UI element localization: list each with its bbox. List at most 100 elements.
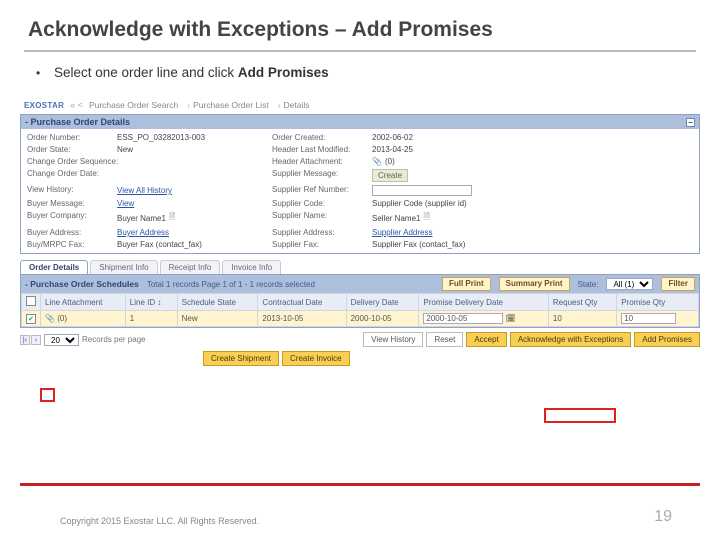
view-all-history-link[interactable]: View All History xyxy=(117,186,172,195)
po-details-header: - Purchase Order Details − xyxy=(21,115,699,129)
col-line-attachment[interactable]: Line Attachment xyxy=(41,294,126,311)
create-message-button[interactable]: Create xyxy=(372,169,408,182)
val-supplier-name: Seller Name1 xyxy=(372,210,522,226)
footer-divider xyxy=(20,483,700,486)
detail-tabs: Order Details Shipment Info Receipt Info… xyxy=(20,260,700,274)
calendar-icon[interactable]: 🗓 xyxy=(506,314,516,323)
lbl-buyer-address: Buyer Address: xyxy=(27,227,117,238)
col-line-id[interactable]: Line ID ↕ xyxy=(125,294,177,311)
action-row-2: Create Shipment Create Invoice xyxy=(20,351,700,366)
state-select[interactable]: All (1) xyxy=(606,278,653,290)
lbl-supplier-ref: Supplier Ref Number: xyxy=(272,184,372,197)
val-buyer-fax: Buyer Fax (contact_fax) xyxy=(117,239,247,250)
lbl-change-order-seq: Change Order Sequence: xyxy=(27,156,117,167)
po-details-grid: Order Number: ESS_PO_03282013-003 Order … xyxy=(21,129,699,253)
full-print-button[interactable]: Full Print xyxy=(442,277,491,291)
tab-shipment-info[interactable]: Shipment Info xyxy=(90,260,157,274)
col-request-qty[interactable]: Request Qty xyxy=(548,294,616,311)
val-change-order-date xyxy=(117,168,247,183)
tab-order-details[interactable]: Order Details xyxy=(20,260,88,274)
lbl-supplier-code: Supplier Code: xyxy=(272,198,372,209)
bullet-bold: Add Promises xyxy=(238,65,329,80)
accept-button[interactable]: Accept xyxy=(466,332,506,347)
bullet-marker: • xyxy=(36,64,54,82)
lbl-header-attachment: Header Attachment: xyxy=(272,156,372,167)
lbl-change-order-date: Change Order Date: xyxy=(27,168,117,183)
ack-exceptions-button[interactable]: Acknowledge with Exceptions xyxy=(510,332,631,347)
pager-first-icon[interactable]: |‹ xyxy=(20,335,30,345)
highlight-add-promises xyxy=(544,408,616,423)
schedules-header: - Purchase Order Schedules Total 1 recor… xyxy=(21,275,699,293)
reset-button[interactable]: Reset xyxy=(426,332,463,347)
promise-qty-input[interactable]: 10 xyxy=(621,313,676,324)
doc-icon[interactable] xyxy=(169,211,175,225)
po-details-title: - Purchase Order Details xyxy=(25,117,130,127)
lbl-view-history: View History: xyxy=(27,184,117,197)
pager-prev-icon[interactable]: ‹ xyxy=(31,335,41,345)
summary-print-button[interactable]: Summary Print xyxy=(499,277,570,291)
val-order-state: New xyxy=(117,144,247,155)
lbl-buyer-message: Buyer Message: xyxy=(27,198,117,209)
page-number: 19 xyxy=(654,508,672,526)
schedules-header-row: Line Attachment Line ID ↕ Schedule State… xyxy=(22,294,699,311)
col-contractual-date[interactable]: Contractual Date xyxy=(258,294,346,311)
cell-promise-qty: 10 xyxy=(617,311,699,327)
cell-line-attachment[interactable]: (0) xyxy=(41,311,126,327)
schedules-panel: - Purchase Order Schedules Total 1 recor… xyxy=(20,274,700,328)
per-page-label: Records per page xyxy=(82,335,146,344)
view-history-button[interactable]: View History xyxy=(363,332,423,347)
nav-back-arrows[interactable]: « < xyxy=(70,100,83,110)
state-label: State: xyxy=(578,280,599,289)
lbl-supplier-fax: Supplier Fax: xyxy=(272,239,372,250)
cell-schedule-state: New xyxy=(177,311,258,327)
filter-button[interactable]: Filter xyxy=(661,277,695,291)
val-supplier-ref xyxy=(372,184,522,197)
select-all-checkbox[interactable] xyxy=(26,296,36,306)
po-details-panel: - Purchase Order Details − Order Number:… xyxy=(20,114,700,254)
col-promise-delivery-date[interactable]: Promise Delivery Date xyxy=(419,294,549,311)
crumb-list[interactable]: Purchase Order List xyxy=(184,100,268,110)
app-screenshot: EXOSTAR « < Purchase Order Search Purcha… xyxy=(20,98,700,366)
per-page-select[interactable]: 20 xyxy=(44,334,79,346)
schedules-row[interactable]: (0) 1 New 2013-10-05 2000-10-05 2000-10-… xyxy=(22,311,699,327)
col-promise-qty[interactable]: Promise Qty xyxy=(617,294,699,311)
crumb-search[interactable]: Purchase Order Search xyxy=(89,100,178,110)
lbl-buyer-company: Buyer Company: xyxy=(27,210,117,226)
highlight-checkbox xyxy=(40,388,55,402)
supplier-address-link[interactable]: Supplier Address xyxy=(372,228,432,237)
buyer-address-link[interactable]: Buyer Address xyxy=(117,228,169,237)
lbl-supplier-name: Supplier Name: xyxy=(272,210,372,226)
val-header-attachment[interactable]: (0) xyxy=(372,156,522,167)
create-shipment-button[interactable]: Create Shipment xyxy=(203,351,279,366)
col-delivery-date[interactable]: Delivery Date xyxy=(346,294,419,311)
doc-icon[interactable] xyxy=(423,211,429,225)
row-checkbox[interactable] xyxy=(26,314,36,324)
tab-receipt-info[interactable]: Receipt Info xyxy=(160,260,221,274)
val-supplier-code: Supplier Code (supplier id) xyxy=(372,198,522,209)
brand-logo: EXOSTAR xyxy=(24,101,64,110)
lbl-buyer-fax: Buy/MRPC Fax: xyxy=(27,239,117,250)
buyer-message-view-link[interactable]: View xyxy=(117,199,134,208)
bullet-row: • Select one order line and click Add Pr… xyxy=(0,62,720,92)
panel-collapse-icon[interactable]: − xyxy=(686,118,695,127)
promise-date-input[interactable]: 2000-10-05 xyxy=(423,313,503,324)
paperclip-icon xyxy=(45,314,55,323)
bullet-text: Select one order line and click Add Prom… xyxy=(54,64,329,82)
val-buyer-company: Buyer Name1 xyxy=(117,210,247,226)
lbl-supplier-address: Supplier Address: xyxy=(272,227,372,238)
supplier-ref-input[interactable] xyxy=(372,185,472,196)
lbl-order-number: Order Number: xyxy=(27,132,117,143)
add-promises-button[interactable]: Add Promises xyxy=(634,332,700,347)
tab-invoice-info[interactable]: Invoice Info xyxy=(222,260,281,274)
create-invoice-button[interactable]: Create Invoice xyxy=(282,351,350,366)
lbl-order-created: Order Created: xyxy=(272,132,372,143)
header-attachment-count: (0) xyxy=(385,157,395,166)
lbl-order-state: Order State: xyxy=(27,144,117,155)
schedules-title: - Purchase Order Schedules xyxy=(25,279,139,289)
col-schedule-state[interactable]: Schedule State xyxy=(177,294,258,311)
breadcrumb: EXOSTAR « < Purchase Order Search Purcha… xyxy=(20,98,700,114)
cell-line-id: 1 xyxy=(125,311,177,327)
cell-delivery-date: 2000-10-05 xyxy=(346,311,419,327)
title-divider xyxy=(24,50,696,52)
cell-promise-delivery-date: 2000-10-05 🗓 xyxy=(419,311,549,327)
